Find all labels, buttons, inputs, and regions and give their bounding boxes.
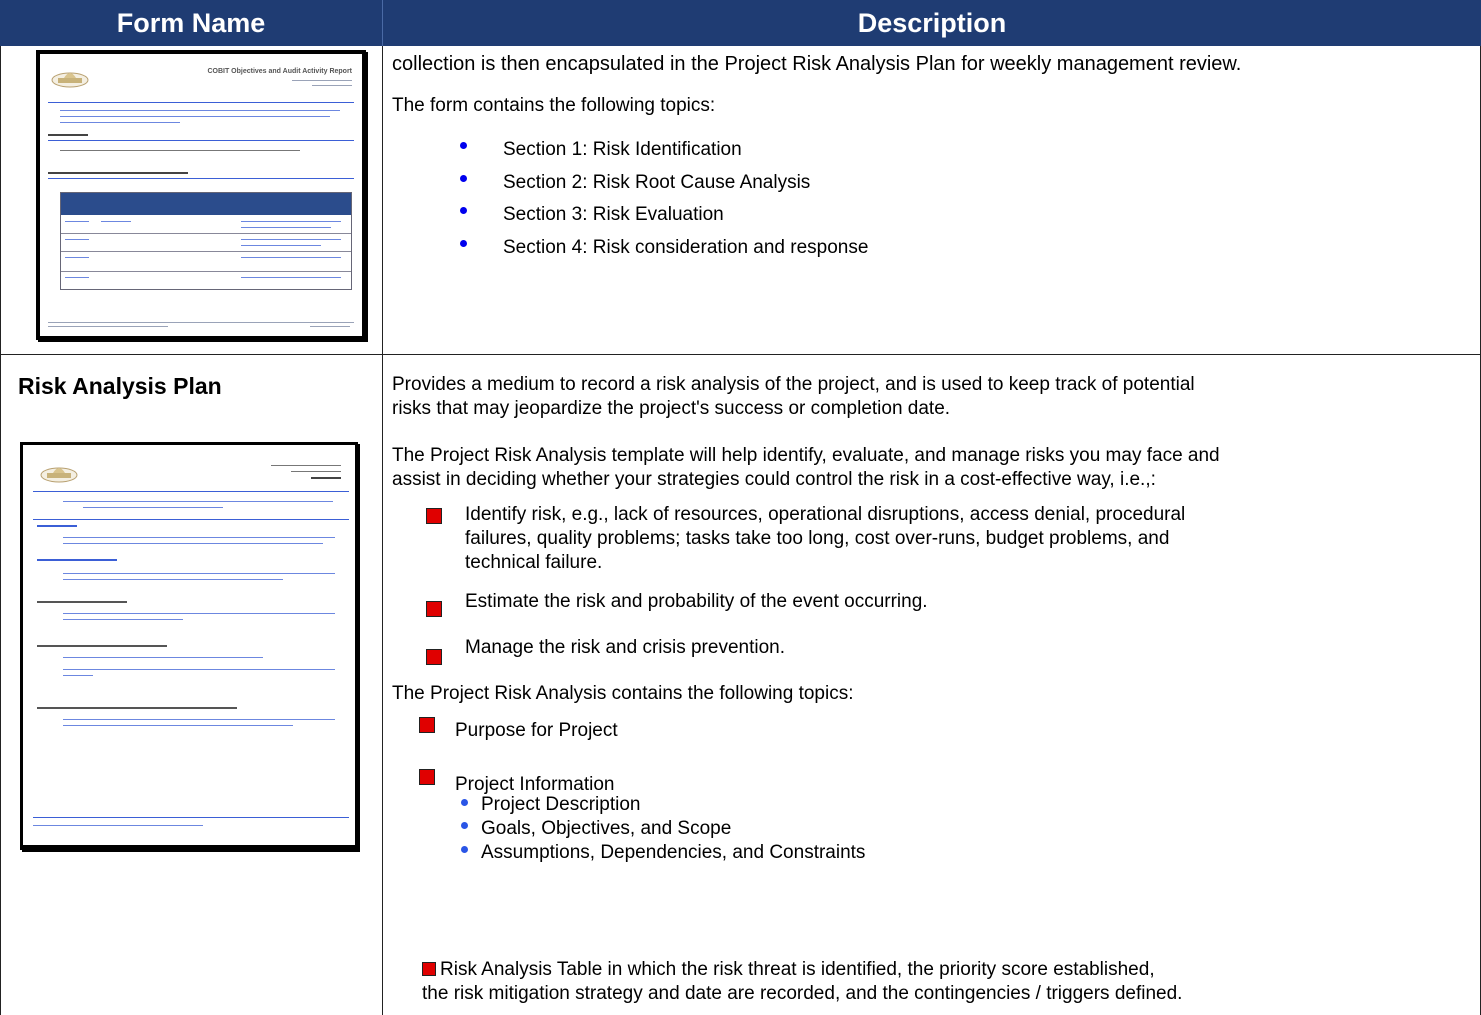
risk-analysis-thumbnail (20, 442, 358, 850)
row2-intro-line1: Provides a medium to record a risk analy… (392, 374, 1195, 395)
section-item: Section 4: Risk consideration and respon… (503, 237, 869, 258)
subitem-goals: Goals, Objectives, and Scope (481, 818, 732, 839)
row-divider (0, 354, 1481, 355)
red-square-bullet-icon (419, 717, 435, 733)
capitol-logo-icon (40, 467, 78, 483)
row2-template-line2: assist in deciding whether your strategi… (392, 469, 1156, 490)
red-square-bullet-icon (422, 962, 436, 976)
table-left-border (0, 46, 1, 1015)
form-name-risk-analysis-plan: Risk Analysis Plan (18, 373, 222, 399)
red-square-bullet-icon (426, 649, 442, 665)
step-manage: Manage the risk and crisis prevention. (465, 637, 785, 658)
thumbnail-title: COBIT Objectives and Audit Activity Repo… (207, 68, 352, 75)
step-estimate: Estimate the risk and probability of the… (465, 591, 928, 612)
section-item: Section 1: Risk Identification (503, 139, 742, 160)
row1-topics-intro: The form contains the following topics: (392, 95, 716, 116)
cobit-report-thumbnail: COBIT Objectives and Audit Activity Repo… (36, 50, 366, 340)
row2-topics-intro: The Project Risk Analysis contains the f… (392, 683, 854, 704)
row1-lead-text: collection is then encapsulated in the P… (392, 53, 1242, 75)
step-identify-line1: Identify risk, e.g., lack of resources, … (465, 504, 1186, 525)
column-header-form-name: Form Name (0, 0, 382, 46)
sub-bullet-icon (461, 846, 468, 853)
subitem-project-description: Project Description (481, 794, 641, 815)
topic-purpose: Purpose for Project (455, 720, 618, 741)
red-square-bullet-icon (426, 601, 442, 617)
bullet-icon (460, 240, 467, 247)
column-header-description: Description (383, 0, 1481, 46)
bullet-icon (460, 207, 467, 214)
subitem-assumptions: Assumptions, Dependencies, and Constrain… (481, 842, 866, 863)
bullet-icon (460, 142, 467, 149)
red-square-bullet-icon (426, 508, 442, 524)
sub-bullet-icon (461, 799, 468, 806)
bullet-icon (460, 175, 467, 182)
section-item: Section 2: Risk Root Cause Analysis (503, 172, 811, 193)
red-square-bullet-icon (419, 769, 435, 785)
row2-template-line1: The Project Risk Analysis template will … (392, 445, 1220, 466)
capitol-logo-icon (51, 72, 89, 88)
thumbnail-mini-table (60, 192, 352, 290)
step-identify-line2: failures, quality problems; tasks take t… (465, 528, 1170, 549)
topic-risk-table-line2: the risk mitigation strategy and date ar… (422, 983, 1183, 1004)
section-item: Section 3: Risk Evaluation (503, 204, 724, 225)
column-divider (382, 46, 383, 1015)
topic-risk-table-line1: Risk Analysis Table in which the risk th… (440, 959, 1155, 980)
sub-bullet-icon (461, 822, 468, 829)
step-identify-line3: technical failure. (465, 552, 603, 573)
forms-table: Form Name Description COBIT Objectives a… (0, 0, 1481, 1015)
row2-intro-line2: risks that may jeopardize the project's … (392, 398, 951, 419)
